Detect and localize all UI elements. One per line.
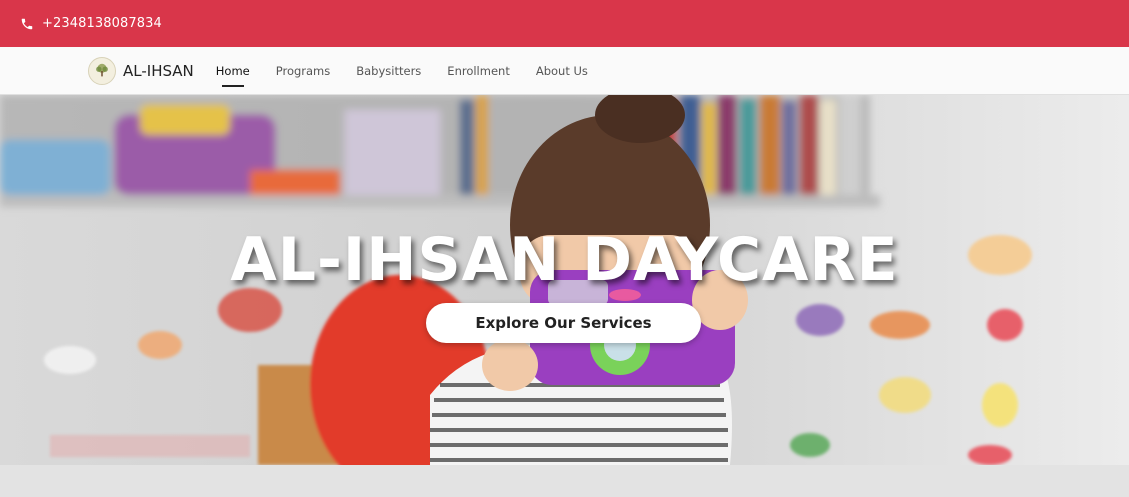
nav-links: Home Programs Babysitters Enrollment Abo… (216, 60, 614, 87)
main-navbar: AL-IHSAN Home Programs Babysitters Enrol… (0, 47, 1129, 95)
page-below-hero (0, 465, 1129, 497)
explore-services-button[interactable]: Explore Our Services (426, 303, 701, 343)
phone-number[interactable]: +2348138087834 (42, 16, 162, 31)
nav-link-programs[interactable]: Programs (276, 60, 331, 82)
top-contact-bar: +2348138087834 (0, 0, 1129, 47)
phone-icon (20, 17, 34, 31)
nav-link-babysitters[interactable]: Babysitters (356, 60, 421, 82)
nav-link-about-us[interactable]: About Us (536, 60, 588, 82)
brand-name: AL-IHSAN (123, 61, 194, 80)
hero-section: AL-IHSAN DAYCARE Explore Our Services (0, 95, 1129, 465)
nav-link-enrollment[interactable]: Enrollment (447, 60, 510, 82)
hero-title: AL-IHSAN DAYCARE (230, 225, 899, 295)
brand[interactable]: AL-IHSAN (88, 56, 194, 85)
nav-link-home[interactable]: Home (216, 60, 250, 87)
tree-logo-icon (88, 56, 116, 85)
